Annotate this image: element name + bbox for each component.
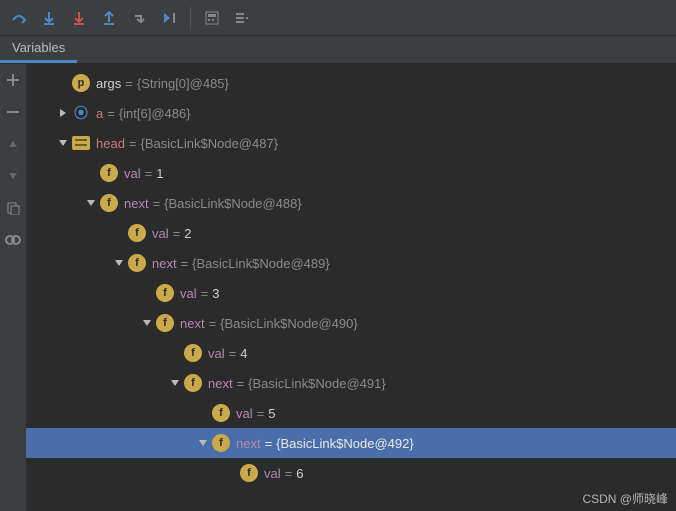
equals: = bbox=[201, 286, 209, 301]
equals: = bbox=[153, 196, 161, 211]
watch-icon[interactable] bbox=[3, 230, 23, 250]
field-icon: f bbox=[240, 464, 258, 482]
field-icon: f bbox=[156, 314, 174, 332]
tree-row[interactable]: fval = 5 bbox=[26, 398, 676, 428]
expand-arrow-icon[interactable] bbox=[56, 108, 70, 118]
var-name: a bbox=[96, 106, 103, 121]
trace-icon[interactable] bbox=[229, 5, 255, 31]
separator bbox=[190, 7, 191, 29]
equals: = bbox=[209, 316, 217, 331]
add-icon[interactable] bbox=[3, 70, 23, 90]
tree-row[interactable]: fval = 3 bbox=[26, 278, 676, 308]
field-icon: f bbox=[100, 194, 118, 212]
debug-toolbar bbox=[0, 0, 676, 36]
var-value: {String[0]@485} bbox=[137, 76, 229, 91]
var-value: {BasicLink$Node@488} bbox=[164, 196, 302, 211]
tree-row[interactable]: fnext = {BasicLink$Node@490} bbox=[26, 308, 676, 338]
tree-row[interactable]: fnext = {BasicLink$Node@488} bbox=[26, 188, 676, 218]
equals: = bbox=[285, 466, 293, 481]
equals: = bbox=[237, 376, 245, 391]
tree-row[interactable]: fval = 2 bbox=[26, 218, 676, 248]
variables-tree[interactable]: pargs = {String[0]@485} ⦿ a = {int[6]@486}… bbox=[26, 64, 676, 511]
var-name: val bbox=[180, 286, 197, 301]
var-name: val bbox=[208, 346, 225, 361]
array-icon: ⦿ bbox=[72, 104, 90, 122]
copy-icon[interactable] bbox=[3, 198, 23, 218]
tab-variables[interactable]: Variables bbox=[0, 36, 77, 63]
field-icon: f bbox=[128, 254, 146, 272]
var-name: head bbox=[96, 136, 125, 151]
up-icon[interactable] bbox=[3, 134, 23, 154]
var-name: next bbox=[152, 256, 177, 271]
equals: = bbox=[173, 226, 181, 241]
expand-arrow-icon[interactable] bbox=[112, 258, 126, 268]
step-into-icon[interactable] bbox=[36, 5, 62, 31]
equals: = bbox=[229, 346, 237, 361]
var-value: {BasicLink$Node@490} bbox=[220, 316, 358, 331]
expand-arrow-icon[interactable] bbox=[140, 318, 154, 328]
tree-row[interactable]: fval = 4 bbox=[26, 338, 676, 368]
tree-row[interactable]: fnext = {BasicLink$Node@492} bbox=[26, 428, 676, 458]
field-icon: f bbox=[128, 224, 146, 242]
field-icon: f bbox=[184, 374, 202, 392]
tree-row[interactable]: ⦿ a = {int[6]@486} bbox=[26, 98, 676, 128]
field-icon: f bbox=[184, 344, 202, 362]
var-value: {BasicLink$Node@489} bbox=[192, 256, 330, 271]
remove-icon[interactable] bbox=[3, 102, 23, 122]
var-value: 6 bbox=[296, 466, 303, 481]
object-icon bbox=[72, 136, 90, 150]
field-icon: f bbox=[212, 434, 230, 452]
run-to-cursor-icon[interactable] bbox=[156, 5, 182, 31]
tree-row[interactable]: fval = 1 bbox=[26, 158, 676, 188]
step-out-icon[interactable] bbox=[96, 5, 122, 31]
var-name: next bbox=[180, 316, 205, 331]
var-value: 3 bbox=[212, 286, 219, 301]
expand-arrow-icon[interactable] bbox=[56, 138, 70, 148]
var-value: 5 bbox=[268, 406, 275, 421]
tree-row[interactable]: fval = 6 bbox=[26, 458, 676, 488]
var-name: val bbox=[124, 166, 141, 181]
watermark: CSDN @师晓峰 bbox=[582, 490, 668, 507]
tree-row[interactable]: fnext = {BasicLink$Node@491} bbox=[26, 368, 676, 398]
force-step-into-icon[interactable] bbox=[66, 5, 92, 31]
var-value: 4 bbox=[240, 346, 247, 361]
tree-row[interactable]: fnext = {BasicLink$Node@489} bbox=[26, 248, 676, 278]
field-icon: f bbox=[100, 164, 118, 182]
field-icon: f bbox=[156, 284, 174, 302]
down-icon[interactable] bbox=[3, 166, 23, 186]
equals: = bbox=[181, 256, 189, 271]
var-name: next bbox=[236, 436, 261, 451]
equals: = bbox=[265, 436, 273, 451]
var-value: {BasicLink$Node@487} bbox=[141, 136, 279, 151]
tree-row[interactable]: pargs = {String[0]@485} bbox=[26, 68, 676, 98]
var-value: 1 bbox=[156, 166, 163, 181]
var-name: val bbox=[152, 226, 169, 241]
var-value: {int[6]@486} bbox=[119, 106, 191, 121]
equals: = bbox=[145, 166, 153, 181]
step-over-icon[interactable] bbox=[6, 5, 32, 31]
tab-row: Variables bbox=[0, 36, 676, 64]
var-name: val bbox=[264, 466, 281, 481]
field-icon: f bbox=[212, 404, 230, 422]
var-name: val bbox=[236, 406, 253, 421]
equals: = bbox=[257, 406, 265, 421]
param-icon: p bbox=[72, 74, 90, 92]
equals: = bbox=[107, 106, 115, 121]
evaluate-icon[interactable] bbox=[199, 5, 225, 31]
expand-arrow-icon[interactable] bbox=[196, 438, 210, 448]
var-value: 2 bbox=[184, 226, 191, 241]
var-value: {BasicLink$Node@492} bbox=[276, 436, 414, 451]
var-name: args bbox=[96, 76, 121, 91]
var-name: next bbox=[208, 376, 233, 391]
var-name: next bbox=[124, 196, 149, 211]
equals: = bbox=[129, 136, 137, 151]
tree-row[interactable]: head = {BasicLink$Node@487} bbox=[26, 128, 676, 158]
expand-arrow-icon[interactable] bbox=[84, 198, 98, 208]
drop-frame-icon[interactable] bbox=[126, 5, 152, 31]
var-value: {BasicLink$Node@491} bbox=[248, 376, 386, 391]
equals: = bbox=[125, 76, 133, 91]
left-gutter bbox=[0, 64, 26, 511]
expand-arrow-icon[interactable] bbox=[168, 378, 182, 388]
